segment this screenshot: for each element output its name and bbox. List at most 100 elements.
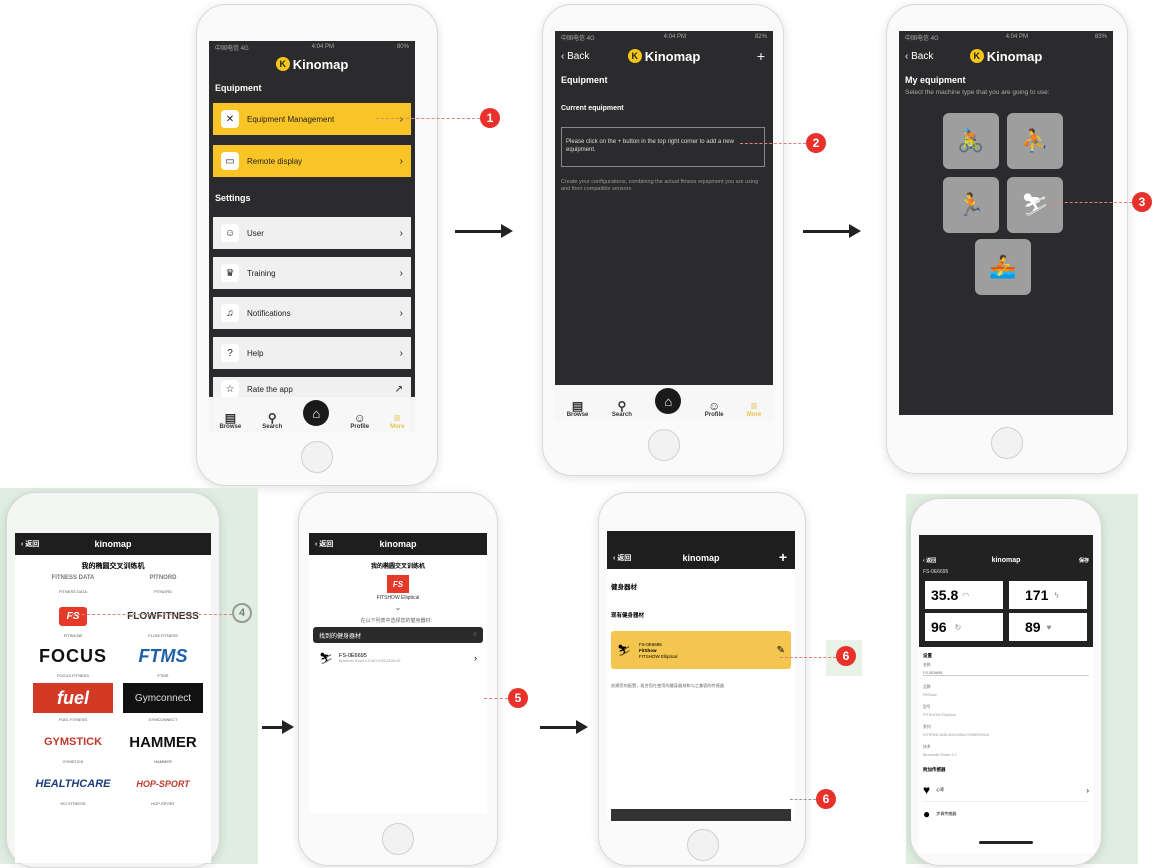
- back-label: Back: [911, 50, 934, 62]
- brand-ftms[interactable]: FTMS: [123, 641, 203, 671]
- back-button[interactable]: ‹ 返回: [613, 553, 631, 563]
- serial-label: 系列: [923, 725, 931, 729]
- tab-browse[interactable]: ▤ Browse: [220, 412, 242, 430]
- rower-icon[interactable]: 🚣: [975, 239, 1031, 295]
- brand-flowfitness[interactable]: FLOWFITNESS: [123, 601, 203, 631]
- callout-line-5: [484, 698, 508, 699]
- back-button[interactable]: ‹ Back: [905, 51, 933, 62]
- save-button[interactable]: 保存: [1079, 557, 1089, 564]
- speed-icon: ◠: [962, 590, 970, 600]
- search-icon: ⚲: [617, 399, 627, 413]
- bike-icon[interactable]: 🚴: [943, 113, 999, 169]
- tab-label: More: [746, 412, 762, 418]
- brand-fuel[interactable]: fuel: [33, 683, 113, 713]
- callout-line-6: [780, 657, 836, 658]
- chevron-right-icon: ›: [399, 267, 403, 279]
- tab-label: Search: [262, 424, 283, 430]
- serial-value: E2F5F9DE-8A69-4EEA-9B6A-F9298B79D0AE: [923, 733, 990, 737]
- cadence-icon: ↻: [954, 622, 962, 632]
- app-name: kinomap: [379, 539, 417, 549]
- sensor-row[interactable]: ● 步调传感器: [923, 805, 1089, 823]
- tab-profile[interactable]: ☺ Profile: [705, 400, 724, 418]
- back-button[interactable]: ‹ 返回: [923, 557, 936, 564]
- tab-bar: ▤ Browse ⚲ Search ⌂ ☺ Profile ≡ More: [555, 385, 773, 421]
- status-battery: 82%: [754, 34, 767, 40]
- nav-bar: ‹ 返回 kinomap 保存: [919, 553, 1093, 567]
- back-button[interactable]: ‹ 返回: [315, 539, 333, 549]
- brand-gymconnect[interactable]: Gymconnect: [123, 683, 203, 713]
- brand-pitnord[interactable]: PITNORD: [123, 571, 203, 585]
- home-button[interactable]: ⌂: [303, 400, 330, 426]
- phone-home-button: [301, 441, 333, 473]
- tab-more[interactable]: ≡ More: [747, 400, 761, 418]
- callout-1: 1: [480, 108, 500, 128]
- brand-focus[interactable]: FOCUS: [33, 641, 113, 671]
- fitshow-logo: FS: [58, 606, 88, 626]
- menu-equipment-management[interactable]: ✕ Equipment Management ›: [213, 103, 411, 135]
- add-button[interactable]: +: [757, 48, 765, 64]
- help-icon: ?: [221, 344, 239, 362]
- section-settings: Settings: [215, 193, 251, 203]
- metric-speed: 35.8 ◠: [925, 581, 1003, 609]
- callout-line-2: [740, 143, 806, 144]
- app-name: Kinomap: [292, 56, 349, 72]
- add-button[interactable]: +: [779, 549, 787, 565]
- tab-label: Browse: [566, 412, 589, 418]
- brand-fitness-data[interactable]: FITNESS DATA: [33, 571, 113, 585]
- brand-caption: FOCUS FITNESS: [56, 673, 89, 678]
- chevron-down-icon: ⌄: [394, 603, 402, 612]
- back-button[interactable]: ‹ Back: [561, 51, 589, 62]
- menu-user[interactable]: ☺ User ›: [213, 217, 411, 249]
- callout-6b: 6: [816, 789, 836, 809]
- tab-browse[interactable]: ▤ Browse: [567, 400, 589, 418]
- kinomap-logo-icon: K: [969, 49, 984, 63]
- equipment-description: 创建您的配置，组合您在使用的健身器材和与之兼容的传感器: [611, 683, 725, 688]
- brand-hammer[interactable]: HAMMER: [123, 727, 203, 757]
- menu-remote-display[interactable]: ▭ Remote display ›: [213, 145, 411, 177]
- brand-fitshow[interactable]: FS: [33, 601, 113, 631]
- phone-1: 中国电信 4G 4:04 PM 80% K Kinomap Equipment ✕…: [196, 4, 438, 486]
- tab-search[interactable]: ⚲ Search: [612, 400, 632, 418]
- search-icon: ⚲: [267, 411, 277, 425]
- menu-help[interactable]: ? Help ›: [213, 337, 411, 369]
- metric-value: 171: [1025, 587, 1049, 603]
- screen-machine-type: 中国电信 4G 4:04 PM 83% ‹ Back K Kinomap My e…: [899, 31, 1113, 415]
- menu-notifications[interactable]: ♫ Notifications ›: [213, 297, 411, 329]
- device-subtitle: Bluetooth Smart 4.0 A8:19:D6:23:5A:0E: [338, 659, 401, 663]
- equipment-card[interactable]: ⛷ FS-0E6695 FitShow FITSHOW Elliptical ✎: [611, 631, 791, 669]
- tab-more[interactable]: ≡ More: [390, 412, 404, 430]
- brand-healthcare[interactable]: HEALTHCARE: [33, 769, 113, 799]
- model-value: FITSHOW Elliptical: [923, 713, 956, 717]
- brand-hop-sport[interactable]: HOP-SPORT: [123, 769, 203, 799]
- brand-caption: GYMCONNECT: [148, 717, 178, 722]
- callout-line-4: [72, 614, 232, 615]
- chevron-right-icon: ›: [399, 113, 403, 125]
- edit-icon[interactable]: ✎: [777, 645, 785, 656]
- status-carrier: 中国电信 4G: [905, 35, 939, 42]
- chevron-right-icon: ›: [399, 347, 403, 359]
- status-time: 4:04 PM: [663, 34, 686, 40]
- flow-arrow: [262, 720, 294, 734]
- status-battery: 83%: [1094, 34, 1107, 40]
- device-name: FS-0E6695: [923, 569, 949, 575]
- tab-profile[interactable]: ☺ Profile: [350, 412, 369, 430]
- page-title: 我的椭圆交叉训练机: [81, 563, 145, 570]
- spin-bike-icon[interactable]: ⛹: [1007, 113, 1063, 169]
- elliptical-icon[interactable]: ⛷: [1007, 177, 1063, 233]
- device-name: FS-0E6695: [638, 641, 662, 647]
- phone-6: ‹ 返回 kinomap + 健身器材 现有健身器材 ⛷ FS-0E6695 F…: [598, 492, 806, 866]
- sensor-row[interactable]: ♥ 心率 ›: [923, 779, 1089, 802]
- menu-label: Notifications: [247, 308, 291, 318]
- screen-equipment: 中国电信 4G 4:04 PM 82% ‹ Back K Kinomap + Eq…: [555, 31, 773, 421]
- bell-icon: ♫: [221, 304, 239, 322]
- device-row[interactable]: ⛷ FS-0E6695 Bluetooth Smart 4.0 A8:19:D6…: [313, 647, 483, 669]
- menu-training[interactable]: ♛ Training ›: [213, 257, 411, 289]
- brand-gymstick[interactable]: GYMSTICK: [33, 727, 113, 757]
- heart-icon: ♥: [1046, 622, 1052, 632]
- metric-cadence: 96 ↻: [925, 613, 1003, 641]
- tab-search[interactable]: ⚲ Search: [262, 412, 282, 430]
- home-button[interactable]: ⌂: [655, 388, 682, 414]
- name-input[interactable]: FS-0E6695: [923, 671, 1089, 676]
- treadmill-icon[interactable]: 🏃: [943, 177, 999, 233]
- back-button[interactable]: ‹ 返回: [21, 539, 39, 549]
